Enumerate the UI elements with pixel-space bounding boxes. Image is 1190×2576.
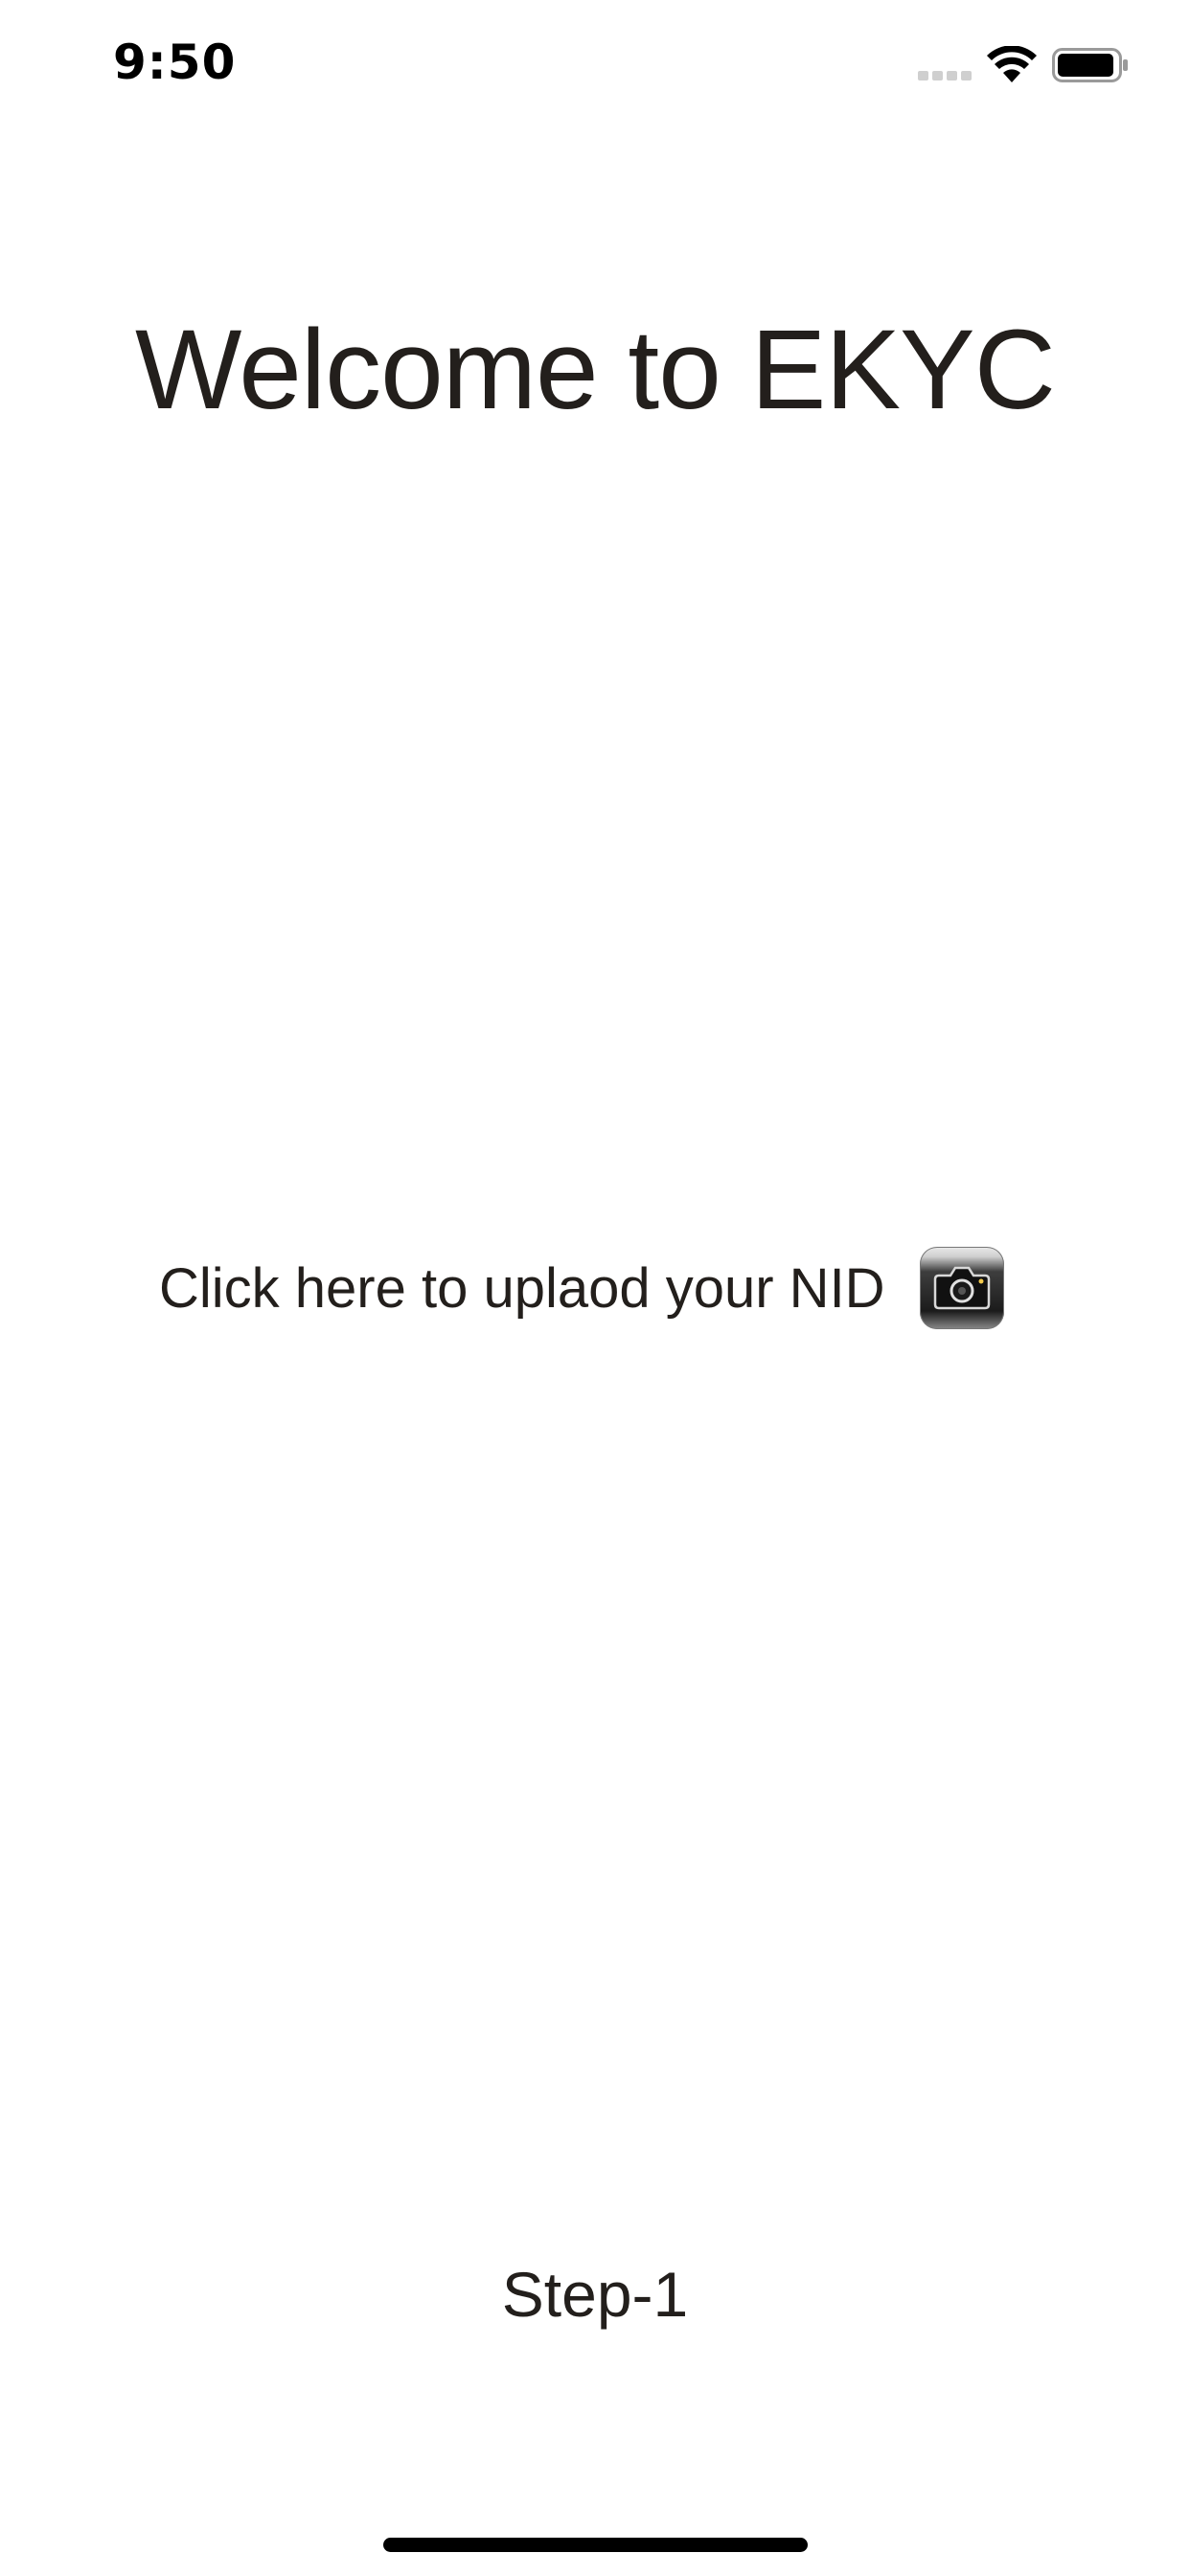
status-time: 9:50 xyxy=(113,34,237,90)
upload-nid-label[interactable]: Click here to uplaod your NID xyxy=(159,1256,885,1321)
page-title: Welcome to EKYC xyxy=(135,307,1056,433)
cellular-signal-icon xyxy=(918,71,972,80)
camera-icon xyxy=(933,1266,990,1310)
battery-icon xyxy=(1052,48,1128,82)
status-bar: 9:50 xyxy=(0,0,1190,126)
upload-nid-row[interactable]: Click here to uplaod your NID xyxy=(159,1242,1004,1334)
step-indicator: Step-1 xyxy=(501,2259,689,2330)
home-indicator[interactable] xyxy=(383,2538,808,2552)
camera-button[interactable] xyxy=(919,1247,1004,1329)
wifi-icon xyxy=(987,46,1037,82)
